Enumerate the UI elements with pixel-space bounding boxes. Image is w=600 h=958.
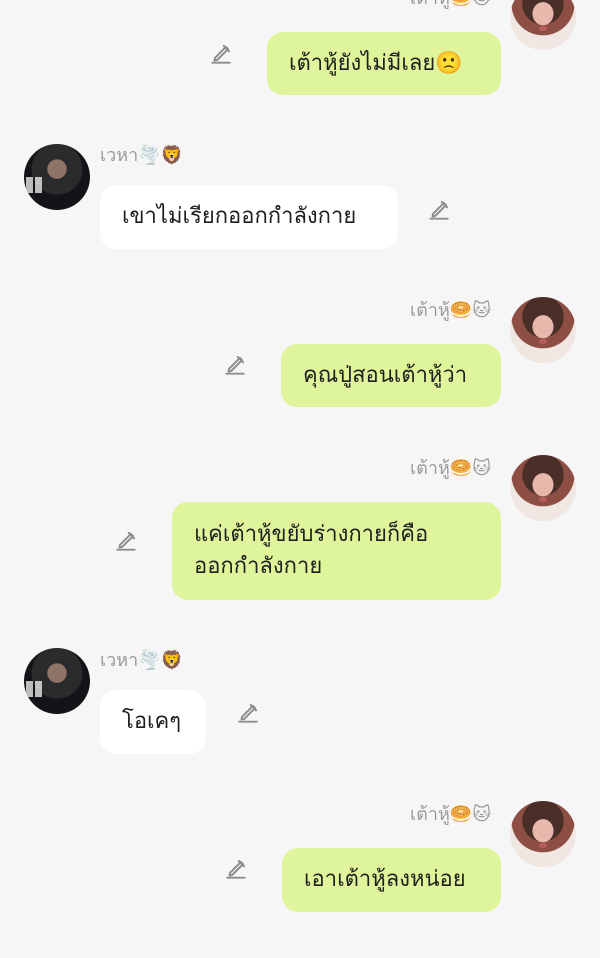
message-bubble[interactable]: คุณปู่สอนเต้าหู้ว่า [281,344,501,407]
sender-name: เวหา🌪️🦁 [100,145,184,166]
message-bubble[interactable]: เขาไม่เรียกออกกำลังกาย [100,185,398,249]
avatar [510,801,576,867]
avatar [24,144,90,210]
pencil-icon[interactable] [426,197,452,223]
avatar [510,455,576,521]
pencil-icon[interactable] [208,41,234,67]
message-bubble[interactable]: เอาเต้าหู้ลงหน่อย [282,848,501,912]
sender-name: เต้าหู้🥯🐱 [410,804,491,825]
message-bubble[interactable]: แค่เต้าหู้ขยับร่างกายก็คือ ออกกำลังกาย [172,502,501,600]
pencil-icon[interactable] [222,352,248,378]
sender-name: เต้าหู้🥯🐱 [410,458,491,479]
avatar [510,0,576,50]
pencil-icon[interactable] [113,528,139,554]
avatar [24,648,90,714]
pencil-icon[interactable] [223,856,249,882]
sender-name: เต้าหู้🥯🐱 [410,0,491,10]
message-bubble[interactable]: เต้าหู้ยังไม่มีเลย🙁 [267,32,501,95]
pencil-icon[interactable] [235,700,261,726]
sender-name: เต้าหู้🥯🐱 [410,300,491,321]
sender-name: เวหา🌪️🦁 [100,650,184,671]
avatar [510,297,576,363]
message-bubble[interactable]: โอเคๆ [100,690,206,754]
